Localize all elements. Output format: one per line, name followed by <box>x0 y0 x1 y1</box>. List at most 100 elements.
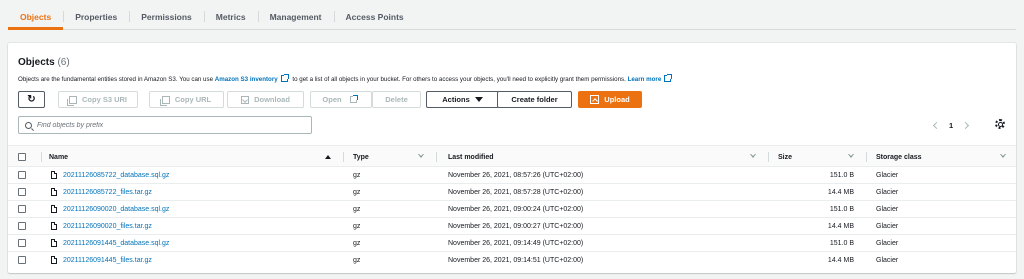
file-icon <box>51 256 57 264</box>
object-name-link[interactable]: 20211126091445_files.tar.gz <box>63 252 152 268</box>
object-name-link[interactable]: 20211126090020_files.tar.gz <box>63 218 152 234</box>
sort-icon[interactable] <box>1000 154 1006 159</box>
column-header-type[interactable]: Type <box>353 146 369 168</box>
description-text-2: to get a list of all objects in your buc… <box>292 76 626 83</box>
tab-properties[interactable]: Properties <box>63 4 129 29</box>
table-row[interactable]: 20211126090020_database.sql.gz gz Novemb… <box>8 201 1016 218</box>
object-count: (6) <box>57 57 70 68</box>
select-all-checkbox[interactable] <box>18 153 26 161</box>
object-last-modified: November 26, 2021, 09:00:27 (UTC+02:00) <box>448 222 584 230</box>
column-header-size[interactable]: Size <box>778 146 792 168</box>
row-checkbox[interactable] <box>18 239 26 247</box>
copy-icon <box>159 95 170 106</box>
row-checkbox[interactable] <box>18 171 26 179</box>
create-folder-button[interactable]: Create folder <box>497 91 572 108</box>
open-label: Open <box>322 95 342 104</box>
chevron-left-icon[interactable] <box>932 121 941 129</box>
object-storage-class: Glacier <box>876 239 899 247</box>
column-divider <box>343 152 344 162</box>
learn-more-link[interactable]: Learn more <box>628 76 662 83</box>
object-last-modified: November 26, 2021, 09:14:51 (UTC+02:00) <box>448 256 584 264</box>
object-storage-class: Glacier <box>876 222 899 230</box>
description-text: Objects are the fundamental entities sto… <box>18 76 214 83</box>
row-checkbox[interactable] <box>18 256 26 264</box>
table-row[interactable]: 20211126090020_files.tar.gz gz November … <box>8 218 1016 235</box>
panel-title: Objects (6) <box>18 57 70 68</box>
create-folder-label: Create folder <box>511 95 558 104</box>
row-checkbox[interactable] <box>18 222 26 230</box>
object-storage-class: Glacier <box>876 205 899 213</box>
chevron-right-icon[interactable] <box>962 121 970 129</box>
upload-label: Upload <box>604 95 630 104</box>
file-icon <box>51 188 57 196</box>
delete-label: Delete <box>385 95 408 104</box>
search-input[interactable] <box>37 121 297 129</box>
file-icon <box>51 205 57 213</box>
open-button[interactable]: Open <box>310 91 372 108</box>
panel-title-text: Objects <box>18 57 55 68</box>
tab-metrics[interactable]: Metrics <box>203 4 258 29</box>
sort-icon[interactable] <box>418 154 424 159</box>
table-row[interactable]: 20211126091445_database.sql.gz gz Novemb… <box>8 235 1016 252</box>
inventory-link[interactable]: Amazon S3 inventory <box>215 76 278 83</box>
objects-panel: Objects (6) Objects are the fundamental … <box>8 43 1016 273</box>
object-last-modified: November 26, 2021, 08:57:28 (UTC+02:00) <box>448 188 584 196</box>
tab-permissions[interactable]: Permissions <box>129 4 204 29</box>
tab-objects[interactable]: Objects <box>8 4 64 30</box>
actions-dropdown[interactable]: Actions <box>426 91 499 108</box>
gear-icon[interactable] <box>995 119 1005 129</box>
sort-ascending-icon[interactable] <box>325 155 331 159</box>
file-icon <box>51 171 57 179</box>
object-last-modified: November 26, 2021, 08:57:26 (UTC+02:00) <box>448 171 584 179</box>
upload-icon <box>590 95 600 104</box>
copy-s3-uri-label: Copy S3 URI <box>81 95 127 104</box>
column-divider <box>436 152 437 162</box>
object-name-link[interactable]: 20211126085722_database.sql.gz <box>63 167 169 183</box>
object-type: gz <box>353 205 361 213</box>
row-checkbox[interactable] <box>18 205 26 213</box>
sort-icon[interactable] <box>750 154 756 159</box>
refresh-button[interactable]: ↻ <box>18 91 45 108</box>
column-header-storage-class[interactable]: Storage class <box>876 146 922 168</box>
copy-url-label: Copy URL <box>174 95 212 104</box>
download-button[interactable]: Download <box>227 91 304 108</box>
row-checkbox[interactable] <box>18 188 26 196</box>
object-storage-class: Glacier <box>876 188 899 196</box>
object-type: gz <box>353 256 361 264</box>
tab-bar: Objects Properties Permissions Metrics M… <box>8 4 1016 30</box>
caret-down-icon <box>474 97 483 102</box>
object-size: 14.4 MB <box>827 256 854 264</box>
object-name-link[interactable]: 20211126090020_database.sql.gz <box>63 201 169 217</box>
column-divider <box>866 152 867 162</box>
object-name-link[interactable]: 20211126091445_database.sql.gz <box>63 235 169 251</box>
object-size: 14.4 MB <box>827 222 854 230</box>
pagination: 1 <box>932 118 970 132</box>
page-number[interactable]: 1 <box>949 121 953 130</box>
object-type: gz <box>353 188 361 196</box>
external-link-icon <box>664 74 673 82</box>
table-row[interactable]: 20211126085722_files.tar.gz gz November … <box>8 184 1016 201</box>
object-size: 151.0 B <box>829 239 854 247</box>
copy-s3-uri-button[interactable]: Copy S3 URI <box>58 91 138 108</box>
object-name-link[interactable]: 20211126085722_files.tar.gz <box>63 184 152 200</box>
table-header: Name Type Last modified Size Storage cla… <box>8 145 1016 167</box>
delete-button[interactable]: Delete <box>372 91 421 108</box>
object-size: 151.0 B <box>829 205 854 213</box>
tab-management[interactable]: Management <box>257 4 334 29</box>
object-type: gz <box>353 222 361 230</box>
column-header-name[interactable]: Name <box>49 146 68 168</box>
object-type: gz <box>353 239 361 247</box>
table-row[interactable]: 20211126091445_files.tar.gz gz November … <box>8 252 1016 269</box>
download-label: Download <box>254 95 290 104</box>
file-icon <box>51 222 57 230</box>
external-link-icon <box>280 74 289 82</box>
tab-access-points[interactable]: Access Points <box>333 4 416 29</box>
sort-icon[interactable] <box>848 154 854 159</box>
column-header-last-modified[interactable]: Last modified <box>448 146 494 168</box>
object-size: 14.4 MB <box>827 188 854 196</box>
column-divider <box>768 152 769 162</box>
copy-url-button[interactable]: Copy URL <box>149 91 224 108</box>
upload-button[interactable]: Upload <box>578 91 642 108</box>
table-row[interactable]: 20211126085722_database.sql.gz gz Novemb… <box>8 167 1016 184</box>
copy-icon <box>66 95 77 106</box>
